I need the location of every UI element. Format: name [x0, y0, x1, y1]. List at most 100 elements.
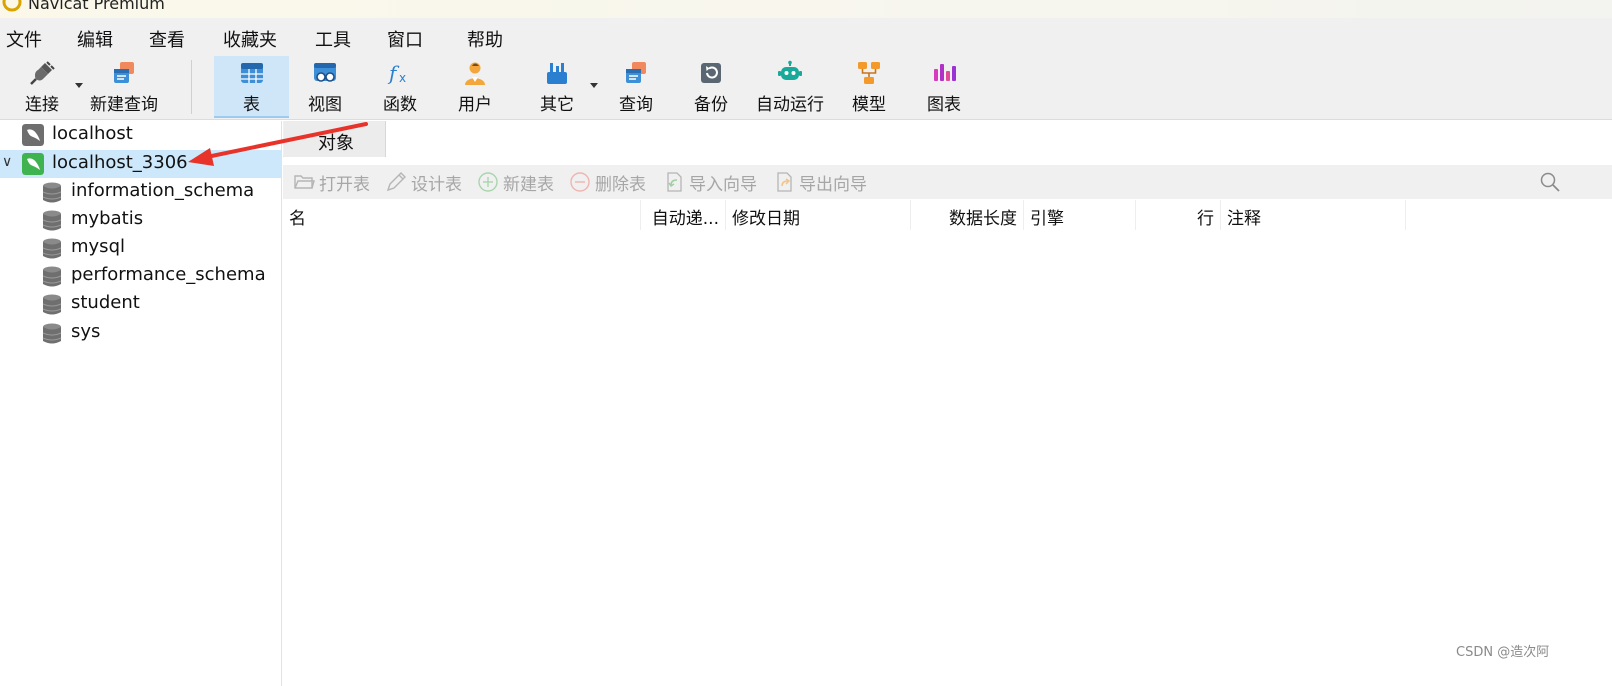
connection-label: localhost [52, 123, 133, 144]
table-label: 表 [243, 95, 260, 115]
search-icon[interactable] [1539, 171, 1561, 193]
connect-label: 连接 [25, 95, 59, 115]
column-header-engine[interactable]: 引擎 [1024, 200, 1136, 230]
automation-button[interactable]: 自动运行 [752, 56, 828, 118]
import-wizard-button[interactable]: 导入向导 [663, 170, 757, 195]
connection-label: localhost_3306 [52, 152, 188, 173]
export-wizard-button[interactable]: 导出向导 [773, 170, 867, 195]
database-icon [42, 266, 62, 287]
database-item[interactable]: student [0, 290, 282, 318]
new-table-button[interactable]: 新建表 [477, 170, 554, 195]
menu-bar: 文件 编辑 查看 收藏夹 工具 窗口 帮助 [0, 18, 1612, 54]
database-label: performance_schema [71, 264, 266, 285]
delete-table-button[interactable]: 删除表 [569, 170, 646, 195]
menu-favorites[interactable]: 收藏夹 [223, 26, 277, 52]
database-icon [42, 294, 62, 315]
backup-label: 备份 [694, 95, 728, 115]
database-icon [42, 210, 62, 231]
automation-label: 自动运行 [756, 95, 824, 115]
query-button[interactable]: 查询 [603, 56, 669, 118]
design-table-label: 设计表 [411, 174, 462, 195]
database-label: mybatis [71, 208, 144, 229]
object-list[interactable] [283, 230, 1612, 686]
menu-view[interactable]: 查看 [149, 26, 185, 52]
table-icon [240, 63, 263, 83]
object-list-header: 名 自动递... 修改日期 数据长度 引擎 行 注释 [283, 200, 1612, 230]
function-button[interactable]: f x 函数 [367, 56, 433, 118]
export-wizard-label: 导出向导 [799, 174, 867, 195]
chart-label: 图表 [927, 95, 961, 115]
minus-circle-icon [570, 172, 590, 192]
database-label: information_schema [71, 180, 255, 201]
pencil-icon [386, 172, 406, 192]
other-dropdown-icon[interactable] [590, 83, 598, 88]
database-icon [42, 238, 62, 259]
column-header-name[interactable]: 名 [283, 200, 641, 230]
connection-tree: localhost ∨ localhost_3306 information_s… [0, 121, 282, 686]
watermark: CSDN @造次阿 [1456, 645, 1550, 660]
model-icon [858, 62, 880, 84]
other-label: 其它 [540, 95, 574, 115]
connect-button[interactable]: 连接 [18, 56, 66, 118]
table-button[interactable]: 表 [214, 56, 289, 118]
menu-window[interactable]: 窗口 [387, 26, 423, 52]
database-item[interactable]: mysql [0, 234, 282, 262]
column-header-data-length[interactable]: 数据长度 [911, 200, 1024, 230]
object-toolbar: 打开表 设计表 新建表 删除表 导入向导 导出向导 [283, 165, 1612, 199]
toolbar-divider [191, 60, 192, 114]
other-button[interactable]: 其它 [524, 56, 590, 118]
column-header-auto-increment[interactable]: 自动递... [641, 200, 726, 230]
import-icon [667, 172, 682, 192]
database-icon [42, 323, 62, 344]
design-table-button[interactable]: 设计表 [385, 170, 462, 195]
chart-icon [934, 64, 956, 81]
plus-circle-icon [478, 172, 498, 192]
model-label: 模型 [852, 95, 886, 115]
column-header-comment[interactable]: 注释 [1221, 200, 1406, 230]
database-icon [42, 182, 62, 203]
menu-tools[interactable]: 工具 [315, 26, 351, 52]
database-item[interactable]: performance_schema [0, 262, 282, 290]
query-icon [626, 62, 646, 83]
query-label: 查询 [619, 95, 653, 115]
tab-bar: 对象 [283, 121, 1612, 157]
database-item[interactable]: information_schema [0, 178, 282, 206]
backup-icon [701, 63, 721, 83]
user-label: 用户 [458, 95, 492, 115]
database-label: student [71, 292, 140, 313]
connect-dropdown-icon[interactable] [75, 83, 83, 88]
new-query-icon [114, 62, 134, 83]
function-icon: f x [387, 61, 406, 85]
new-query-label: 新建查询 [90, 95, 158, 115]
view-button[interactable]: 视图 [292, 56, 358, 118]
backup-button[interactable]: 备份 [678, 56, 744, 118]
database-item[interactable]: mybatis [0, 206, 282, 234]
other-tools-icon [547, 63, 567, 84]
annotation-arrow-icon [188, 122, 368, 166]
plug-icon [30, 61, 55, 85]
database-label: mysql [71, 236, 125, 257]
export-icon [777, 172, 792, 192]
title-bar: Navicat Premium [0, 0, 1612, 18]
window-title: Navicat Premium [28, 0, 165, 13]
navicat-logo-icon [2, 0, 22, 12]
user-icon [465, 62, 485, 85]
menu-edit[interactable]: 编辑 [77, 26, 113, 52]
robot-icon [778, 60, 802, 80]
user-button[interactable]: 用户 [442, 56, 508, 118]
database-item[interactable]: sys [0, 319, 282, 347]
model-button[interactable]: 模型 [836, 56, 902, 118]
chevron-down-icon[interactable]: ∨ [2, 154, 12, 170]
new-query-button[interactable]: 新建查询 [86, 56, 162, 118]
menu-help[interactable]: 帮助 [467, 26, 503, 52]
column-header-modified-date[interactable]: 修改日期 [726, 200, 911, 230]
column-header-rows[interactable]: 行 [1136, 200, 1221, 230]
view-label: 视图 [308, 95, 342, 115]
chart-button[interactable]: 图表 [911, 56, 977, 118]
mysql-connection-icon [22, 153, 44, 175]
mysql-connection-icon [22, 124, 44, 146]
menu-file[interactable]: 文件 [6, 26, 42, 52]
import-wizard-label: 导入向导 [689, 174, 757, 195]
main-toolbar: 连接 新建查询 表 视图 f x 函数 用户 其它 查询 备份 自动运行 模型 … [0, 54, 1612, 120]
tab-strip-empty [386, 121, 1612, 157]
